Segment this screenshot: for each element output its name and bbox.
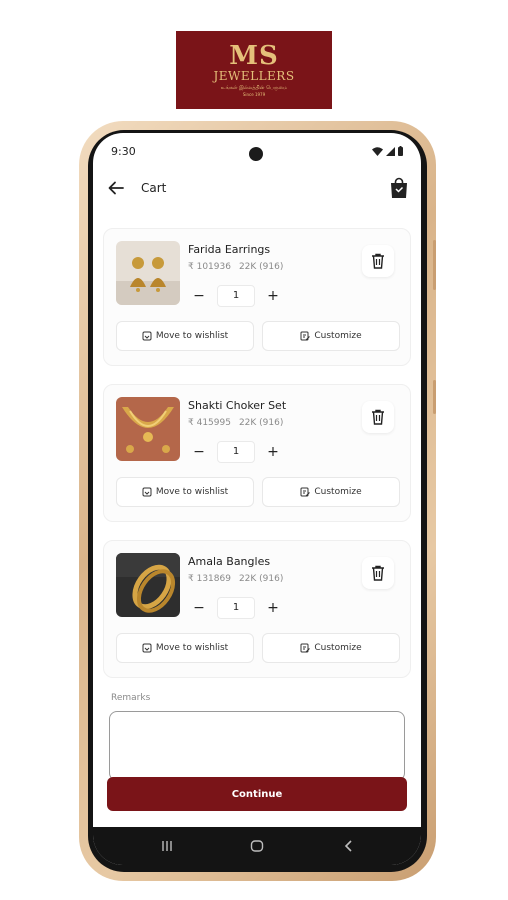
product-price: ₹ 415995 bbox=[188, 418, 231, 428]
product-name: Amala Bangles bbox=[188, 555, 271, 568]
wishlist-label: Move to wishlist bbox=[155, 643, 229, 653]
power-button bbox=[433, 380, 436, 414]
delete-button[interactable] bbox=[362, 401, 394, 433]
wishlist-label: Move to wishlist bbox=[155, 487, 229, 497]
back-nav-icon[interactable] bbox=[341, 838, 357, 854]
trash-icon bbox=[372, 253, 384, 269]
move-to-wishlist-button[interactable]: Move to wishlist bbox=[116, 321, 254, 351]
home-icon[interactable] bbox=[249, 838, 265, 854]
quantity-input[interactable]: 1 bbox=[217, 285, 255, 307]
delete-button[interactable] bbox=[362, 557, 394, 589]
edit-icon bbox=[300, 643, 311, 653]
decrement-button[interactable]: − bbox=[192, 289, 206, 303]
edit-icon bbox=[300, 331, 311, 341]
wishlist-icon bbox=[142, 643, 152, 653]
logo-brand-text: JEWELLERS bbox=[213, 69, 295, 83]
phone-screen: 9:30 Cart Farida Earrings ₹ 101936 22K (… bbox=[93, 133, 421, 865]
product-purity: 22K (916) bbox=[238, 574, 284, 584]
wifi-icon bbox=[372, 146, 383, 156]
product-price: ₹ 101936 bbox=[188, 262, 231, 272]
quantity-input[interactable]: 1 bbox=[217, 441, 255, 463]
customize-label: Customize bbox=[314, 331, 362, 341]
wishlist-label: Move to wishlist bbox=[155, 331, 229, 341]
decrement-button[interactable]: − bbox=[192, 445, 206, 459]
remarks-input[interactable] bbox=[109, 711, 405, 781]
logo-monogram: MS bbox=[229, 41, 279, 71]
arrow-left-icon[interactable] bbox=[107, 179, 125, 197]
product-image-earrings[interactable] bbox=[116, 241, 180, 305]
recents-icon[interactable] bbox=[159, 838, 175, 854]
app-bar: Cart bbox=[93, 175, 421, 205]
quantity-input[interactable]: 1 bbox=[217, 597, 255, 619]
quantity-stepper: − 1 + bbox=[192, 441, 280, 463]
front-camera bbox=[249, 147, 263, 161]
product-purity: 22K (916) bbox=[238, 418, 284, 428]
page-title: Cart bbox=[141, 181, 167, 195]
product-purity: 22K (916) bbox=[238, 262, 284, 272]
edit-icon bbox=[300, 487, 311, 497]
product-meta: ₹ 101936 22K (916) bbox=[188, 262, 291, 272]
product-price: ₹ 131869 bbox=[188, 574, 231, 584]
product-meta: ₹ 131869 22K (916) bbox=[188, 574, 291, 584]
move-to-wishlist-button[interactable]: Move to wishlist bbox=[116, 633, 254, 663]
delete-button[interactable] bbox=[362, 245, 394, 277]
signal-icon bbox=[386, 146, 395, 156]
customize-button[interactable]: Customize bbox=[262, 633, 400, 663]
cart-item-card: Farida Earrings ₹ 101936 22K (916) − 1 + … bbox=[103, 228, 411, 366]
increment-button[interactable]: + bbox=[266, 601, 280, 615]
move-to-wishlist-button[interactable]: Move to wishlist bbox=[116, 477, 254, 507]
product-image-bangles[interactable] bbox=[116, 553, 180, 617]
quantity-stepper: − 1 + bbox=[192, 285, 280, 307]
product-meta: ₹ 415995 22K (916) bbox=[188, 418, 291, 428]
status-time: 9:30 bbox=[111, 145, 136, 158]
remarks-label: Remarks bbox=[111, 693, 151, 703]
cart-item-card: Shakti Choker Set ₹ 415995 22K (916) − 1 … bbox=[103, 384, 411, 522]
logo-since: Since 1979 bbox=[242, 92, 266, 97]
logo-tagline: உங்கள் இல்லத்தின் பெருமை bbox=[220, 85, 288, 91]
shopping-bag-icon[interactable] bbox=[389, 177, 409, 199]
status-bar: 9:30 bbox=[93, 133, 421, 169]
system-nav-bar bbox=[93, 827, 421, 865]
decrement-button[interactable]: − bbox=[192, 601, 206, 615]
system-icons bbox=[372, 146, 403, 156]
customize-button[interactable]: Customize bbox=[262, 477, 400, 507]
product-image-choker[interactable] bbox=[116, 397, 180, 461]
battery-icon bbox=[398, 146, 403, 156]
wishlist-icon bbox=[142, 331, 152, 341]
product-name: Farida Earrings bbox=[188, 243, 271, 256]
customize-label: Customize bbox=[314, 643, 362, 653]
increment-button[interactable]: + bbox=[266, 445, 280, 459]
continue-button[interactable]: Continue bbox=[107, 777, 407, 811]
volume-button bbox=[433, 240, 436, 290]
trash-icon bbox=[372, 565, 384, 581]
quantity-stepper: − 1 + bbox=[192, 597, 280, 619]
product-name: Shakti Choker Set bbox=[188, 399, 287, 412]
customize-label: Customize bbox=[314, 487, 362, 497]
customize-button[interactable]: Customize bbox=[262, 321, 400, 351]
brand-logo: MS JEWELLERS உங்கள் இல்லத்தின் பெருமை Si… bbox=[176, 31, 332, 109]
wishlist-icon bbox=[142, 487, 152, 497]
trash-icon bbox=[372, 409, 384, 425]
cart-item-card: Amala Bangles ₹ 131869 22K (916) − 1 + Mo… bbox=[103, 540, 411, 678]
increment-button[interactable]: + bbox=[266, 289, 280, 303]
